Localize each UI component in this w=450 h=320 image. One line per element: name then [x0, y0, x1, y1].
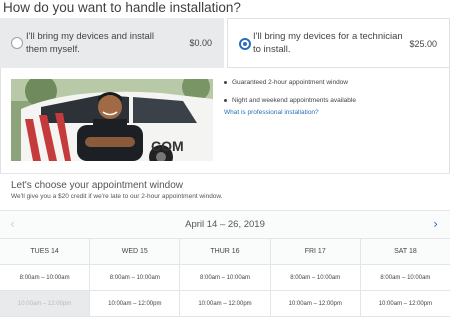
day-header: THUR 16: [180, 238, 270, 265]
self-install-option[interactable]: I'll bring my devices and install them m…: [0, 18, 224, 68]
chevron-right-icon[interactable]: ›: [433, 217, 438, 231]
day-column: THUR 16 8:00am – 10:00am 10:00am – 12:00…: [179, 238, 270, 317]
day-header: WED 15: [90, 238, 180, 265]
self-install-price: $0.00: [189, 38, 212, 48]
day-column: SAT 18 8:00am – 10:00am 10:00am – 12:00p…: [359, 238, 450, 317]
self-install-label: I'll bring my devices and install them m…: [26, 31, 155, 55]
time-slot[interactable]: 8:00am – 10:00am: [0, 265, 90, 291]
time-slot[interactable]: 10:00am – 12:00pm: [270, 291, 360, 317]
technician-install-price: $25.00: [409, 39, 437, 49]
technician-install-label: I'll bring my devices for a technician t…: [253, 31, 403, 55]
time-slot[interactable]: 8:00am – 10:00am: [90, 265, 180, 291]
day-header: SAT 18: [360, 238, 450, 265]
date-range-label: April 14 – 26, 2019: [185, 219, 265, 230]
day-column: FRI 17 8:00am – 10:00am 10:00am – 12:00p…: [269, 238, 360, 317]
appointment-title: Let's choose your appointment window: [11, 180, 184, 191]
bullet-icon: [224, 98, 227, 102]
list-item: Guaranteed 2-hour appointment window: [224, 77, 356, 87]
day-header: FRI 17: [270, 238, 360, 265]
day-header: TUES 14: [0, 238, 90, 265]
time-slot[interactable]: 10:00am – 12:00pm: [180, 291, 270, 317]
time-slot[interactable]: 8:00am – 10:00am: [270, 265, 360, 291]
installation-info-panel: COM Guaranteed 2-hour appointment window…: [0, 68, 450, 173]
list-item: Night and weekend appointments available: [224, 95, 356, 105]
day-column: WED 15 8:00am – 10:00am 10:00am – 12:00p…: [89, 238, 180, 317]
section-divider: [0, 173, 450, 174]
appointment-subtitle: We'll give you a $20 credit if we're lat…: [11, 193, 223, 200]
time-slot[interactable]: 8:00am – 10:00am: [360, 265, 450, 291]
benefit-text: Guaranteed 2-hour appointment window: [232, 78, 348, 86]
technician-photo: COM: [11, 79, 213, 161]
page-heading: How do you want to handle installation?: [3, 0, 241, 15]
time-slot[interactable]: 10:00am – 12:00pm: [90, 291, 180, 317]
technician-install-radio[interactable]: [239, 38, 251, 50]
technician-install-option[interactable]: I'll bring my devices for a technician t…: [227, 18, 450, 68]
benefit-text: Night and weekend appointments available: [232, 96, 356, 104]
date-navigation: ‹ April 14 – 26, 2019 ›: [0, 210, 450, 238]
van-logo-text: COM: [151, 138, 184, 154]
time-slot-unavailable: 10:00am – 12:00pm: [0, 291, 90, 317]
appointment-calendar: TUES 14 8:00am – 10:00am 10:00am – 12:00…: [0, 238, 450, 317]
bullet-icon: [224, 80, 227, 84]
professional-installation-link[interactable]: What is professional installation?: [224, 109, 319, 116]
time-slot[interactable]: 8:00am – 10:00am: [180, 265, 270, 291]
self-install-radio[interactable]: [11, 37, 23, 49]
time-slot[interactable]: 10:00am – 12:00pm: [360, 291, 450, 317]
benefits-list: Guaranteed 2-hour appointment window Nig…: [224, 77, 356, 113]
day-column: TUES 14 8:00am – 10:00am 10:00am – 12:00…: [0, 238, 90, 317]
